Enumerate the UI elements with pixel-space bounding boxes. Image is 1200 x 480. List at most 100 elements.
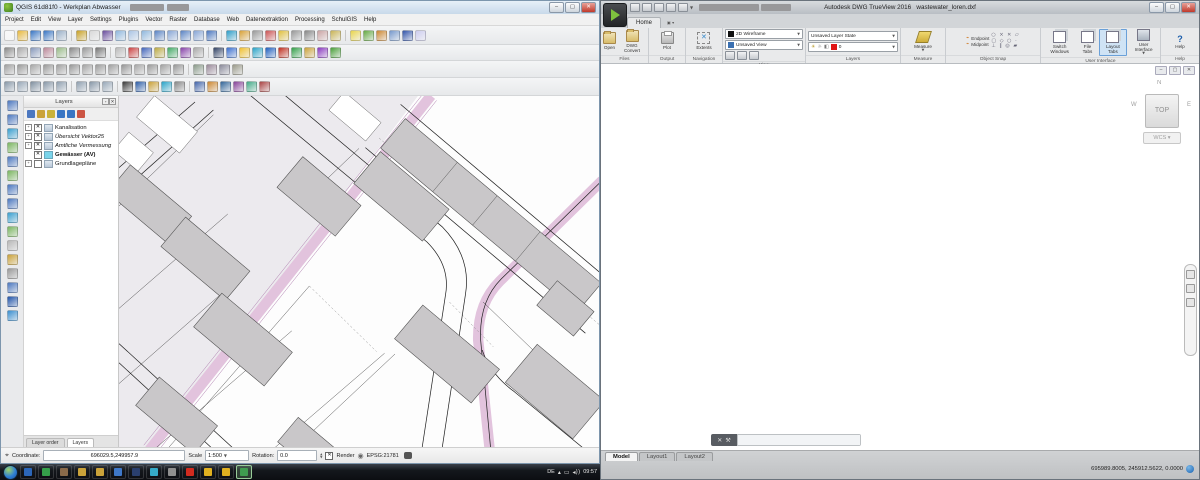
left-toolbar-icon[interactable] <box>7 254 18 265</box>
toolbar-icon[interactable] <box>134 64 145 75</box>
file-tabs-button[interactable]: File Tabs <box>1078 31 1096 54</box>
toolbar-icon[interactable] <box>4 81 15 92</box>
toolbar-icon[interactable] <box>17 81 28 92</box>
layer-checkbox[interactable] <box>34 160 42 168</box>
toolbar-icon[interactable] <box>30 64 41 75</box>
taskbar-app-icon[interactable] <box>164 465 180 479</box>
toolbar-icon[interactable] <box>160 64 171 75</box>
viewcube-north[interactable]: N <box>1157 80 1161 86</box>
toolbar-icon[interactable] <box>128 47 139 58</box>
layer-checkbox[interactable]: ✕ <box>34 124 42 132</box>
taskbar-app-icon[interactable] <box>182 465 198 479</box>
menu-web[interactable]: Web <box>227 17 239 23</box>
layers-toolbar-icon[interactable] <box>67 110 75 118</box>
toolbar-icon[interactable] <box>4 30 15 41</box>
taskbar-app-icon[interactable] <box>20 465 36 479</box>
plot-button[interactable]: Plot <box>661 32 674 50</box>
toolbar-icon[interactable] <box>174 81 185 92</box>
viewcube[interactable]: N W E TOP WCS ▾ <box>1131 80 1191 160</box>
panel-float-icon[interactable]: ▫ <box>102 98 109 105</box>
tab-layout1[interactable]: Layout1 <box>639 452 676 461</box>
toolbar-icon[interactable] <box>193 64 204 75</box>
toolbar-icon[interactable] <box>304 30 315 41</box>
toolbar-icon[interactable] <box>226 30 237 41</box>
left-toolbar-icon[interactable] <box>7 114 18 125</box>
volume-icon[interactable]: ◂)) <box>573 469 581 476</box>
panel-close-icon[interactable]: ✕ <box>109 98 116 105</box>
layer-checkbox[interactable]: ✕ <box>34 133 42 141</box>
toolbar-icon[interactable] <box>154 47 165 58</box>
tab-layer-order[interactable]: Layer order <box>26 438 65 447</box>
menu-layer[interactable]: Layer <box>68 17 83 23</box>
menu-schulgis[interactable]: SchulGIS <box>332 17 357 23</box>
endpoint-button[interactable]: ⌁Endpoint <box>966 36 989 42</box>
left-toolbar-icon[interactable] <box>7 268 18 279</box>
layer-item[interactable]: +✕Kanalisation <box>25 123 117 132</box>
toolbar-icon[interactable] <box>193 30 204 41</box>
toolbar-icon[interactable] <box>148 81 159 92</box>
layers-toolbar-icon[interactable] <box>27 110 35 118</box>
layer-item[interactable]: ✕Gewässer (AV) <box>25 150 117 159</box>
tab-layers[interactable]: Layers <box>67 438 95 447</box>
tab-layout2[interactable]: Layout2 <box>676 452 713 461</box>
expander-icon[interactable]: + <box>25 133 32 140</box>
coordinate-input[interactable]: 696029.5,249957.9 <box>43 450 185 461</box>
close-command-icon[interactable]: ✕ <box>717 437 722 444</box>
toolbar-icon[interactable] <box>402 30 413 41</box>
language-indicator[interactable]: DE <box>547 469 555 475</box>
toolbar-icon[interactable] <box>95 64 106 75</box>
trueview-title-bar[interactable]: ▼ Autodesk DWG TrueView 2016 wastewater_… <box>601 1 1199 14</box>
toolbar-icon[interactable] <box>206 64 217 75</box>
toolbar-icon[interactable] <box>246 81 257 92</box>
maximize-button[interactable]: ▢ <box>565 2 580 13</box>
toolbar-icon[interactable] <box>330 47 341 58</box>
toolbar-icon[interactable] <box>207 81 218 92</box>
left-toolbar-icon[interactable] <box>7 128 18 139</box>
application-button[interactable] <box>603 3 627 27</box>
tab-model[interactable]: Model <box>605 452 638 461</box>
left-toolbar-icon[interactable] <box>7 100 18 111</box>
qat-redo-icon[interactable] <box>678 3 688 12</box>
scale-combobox[interactable]: 1:500▼ <box>205 450 249 461</box>
menu-vector[interactable]: Vector <box>145 17 162 23</box>
toolbar-icon[interactable] <box>56 47 67 58</box>
toolbar-icon[interactable] <box>239 30 250 41</box>
left-toolbar-icon[interactable] <box>7 226 18 237</box>
menu-raster[interactable]: Raster <box>169 17 187 23</box>
toolbar-icon[interactable] <box>167 30 178 41</box>
taskbar-app-icon[interactable] <box>92 465 108 479</box>
extents-button[interactable]: Extents <box>696 32 711 50</box>
qgis-map-canvas[interactable] <box>119 96 599 447</box>
left-toolbar-icon[interactable] <box>7 296 18 307</box>
left-toolbar-icon[interactable] <box>7 184 18 195</box>
taskbar-app-icon[interactable] <box>38 465 54 479</box>
restore-button[interactable]: ▢ <box>1169 66 1181 75</box>
toolbar-icon[interactable] <box>89 81 100 92</box>
qat-save-icon[interactable] <box>642 3 652 12</box>
toolbar-icon[interactable] <box>265 30 276 41</box>
toolbar-icon[interactable] <box>389 30 400 41</box>
network-icon[interactable]: ▭ <box>564 469 570 476</box>
taskbar-app-icon[interactable] <box>74 465 90 479</box>
left-toolbar-icon[interactable] <box>7 310 18 321</box>
ribbon-options-icon[interactable]: ▣ ▾ <box>667 20 674 25</box>
layer-dropdown[interactable]: ☀ ☼ ◧ 0▼ <box>808 42 898 52</box>
customize-command-icon[interactable]: ⚒ <box>725 437 730 444</box>
menu-settings[interactable]: Settings <box>90 17 112 23</box>
left-toolbar-icon[interactable] <box>7 240 18 251</box>
messages-icon[interactable] <box>404 452 412 459</box>
expander-icon[interactable]: + <box>25 142 32 149</box>
toolbar-icon[interactable] <box>265 47 276 58</box>
toolbar-icon[interactable] <box>17 30 28 41</box>
qat-undo-icon[interactable] <box>666 3 676 12</box>
toolbar-icon[interactable] <box>330 30 341 41</box>
toolbar-icon[interactable] <box>141 30 152 41</box>
expander-icon[interactable]: + <box>25 160 32 167</box>
left-toolbar-icon[interactable] <box>7 156 18 167</box>
taskbar-app-icon[interactable] <box>218 465 234 479</box>
toolbar-icon[interactable] <box>128 30 139 41</box>
taskbar-app-icon[interactable] <box>128 465 144 479</box>
toolbar-icon[interactable] <box>69 64 80 75</box>
toolbar-icon[interactable] <box>173 64 184 75</box>
layers-toolbar-icon[interactable] <box>47 110 55 118</box>
